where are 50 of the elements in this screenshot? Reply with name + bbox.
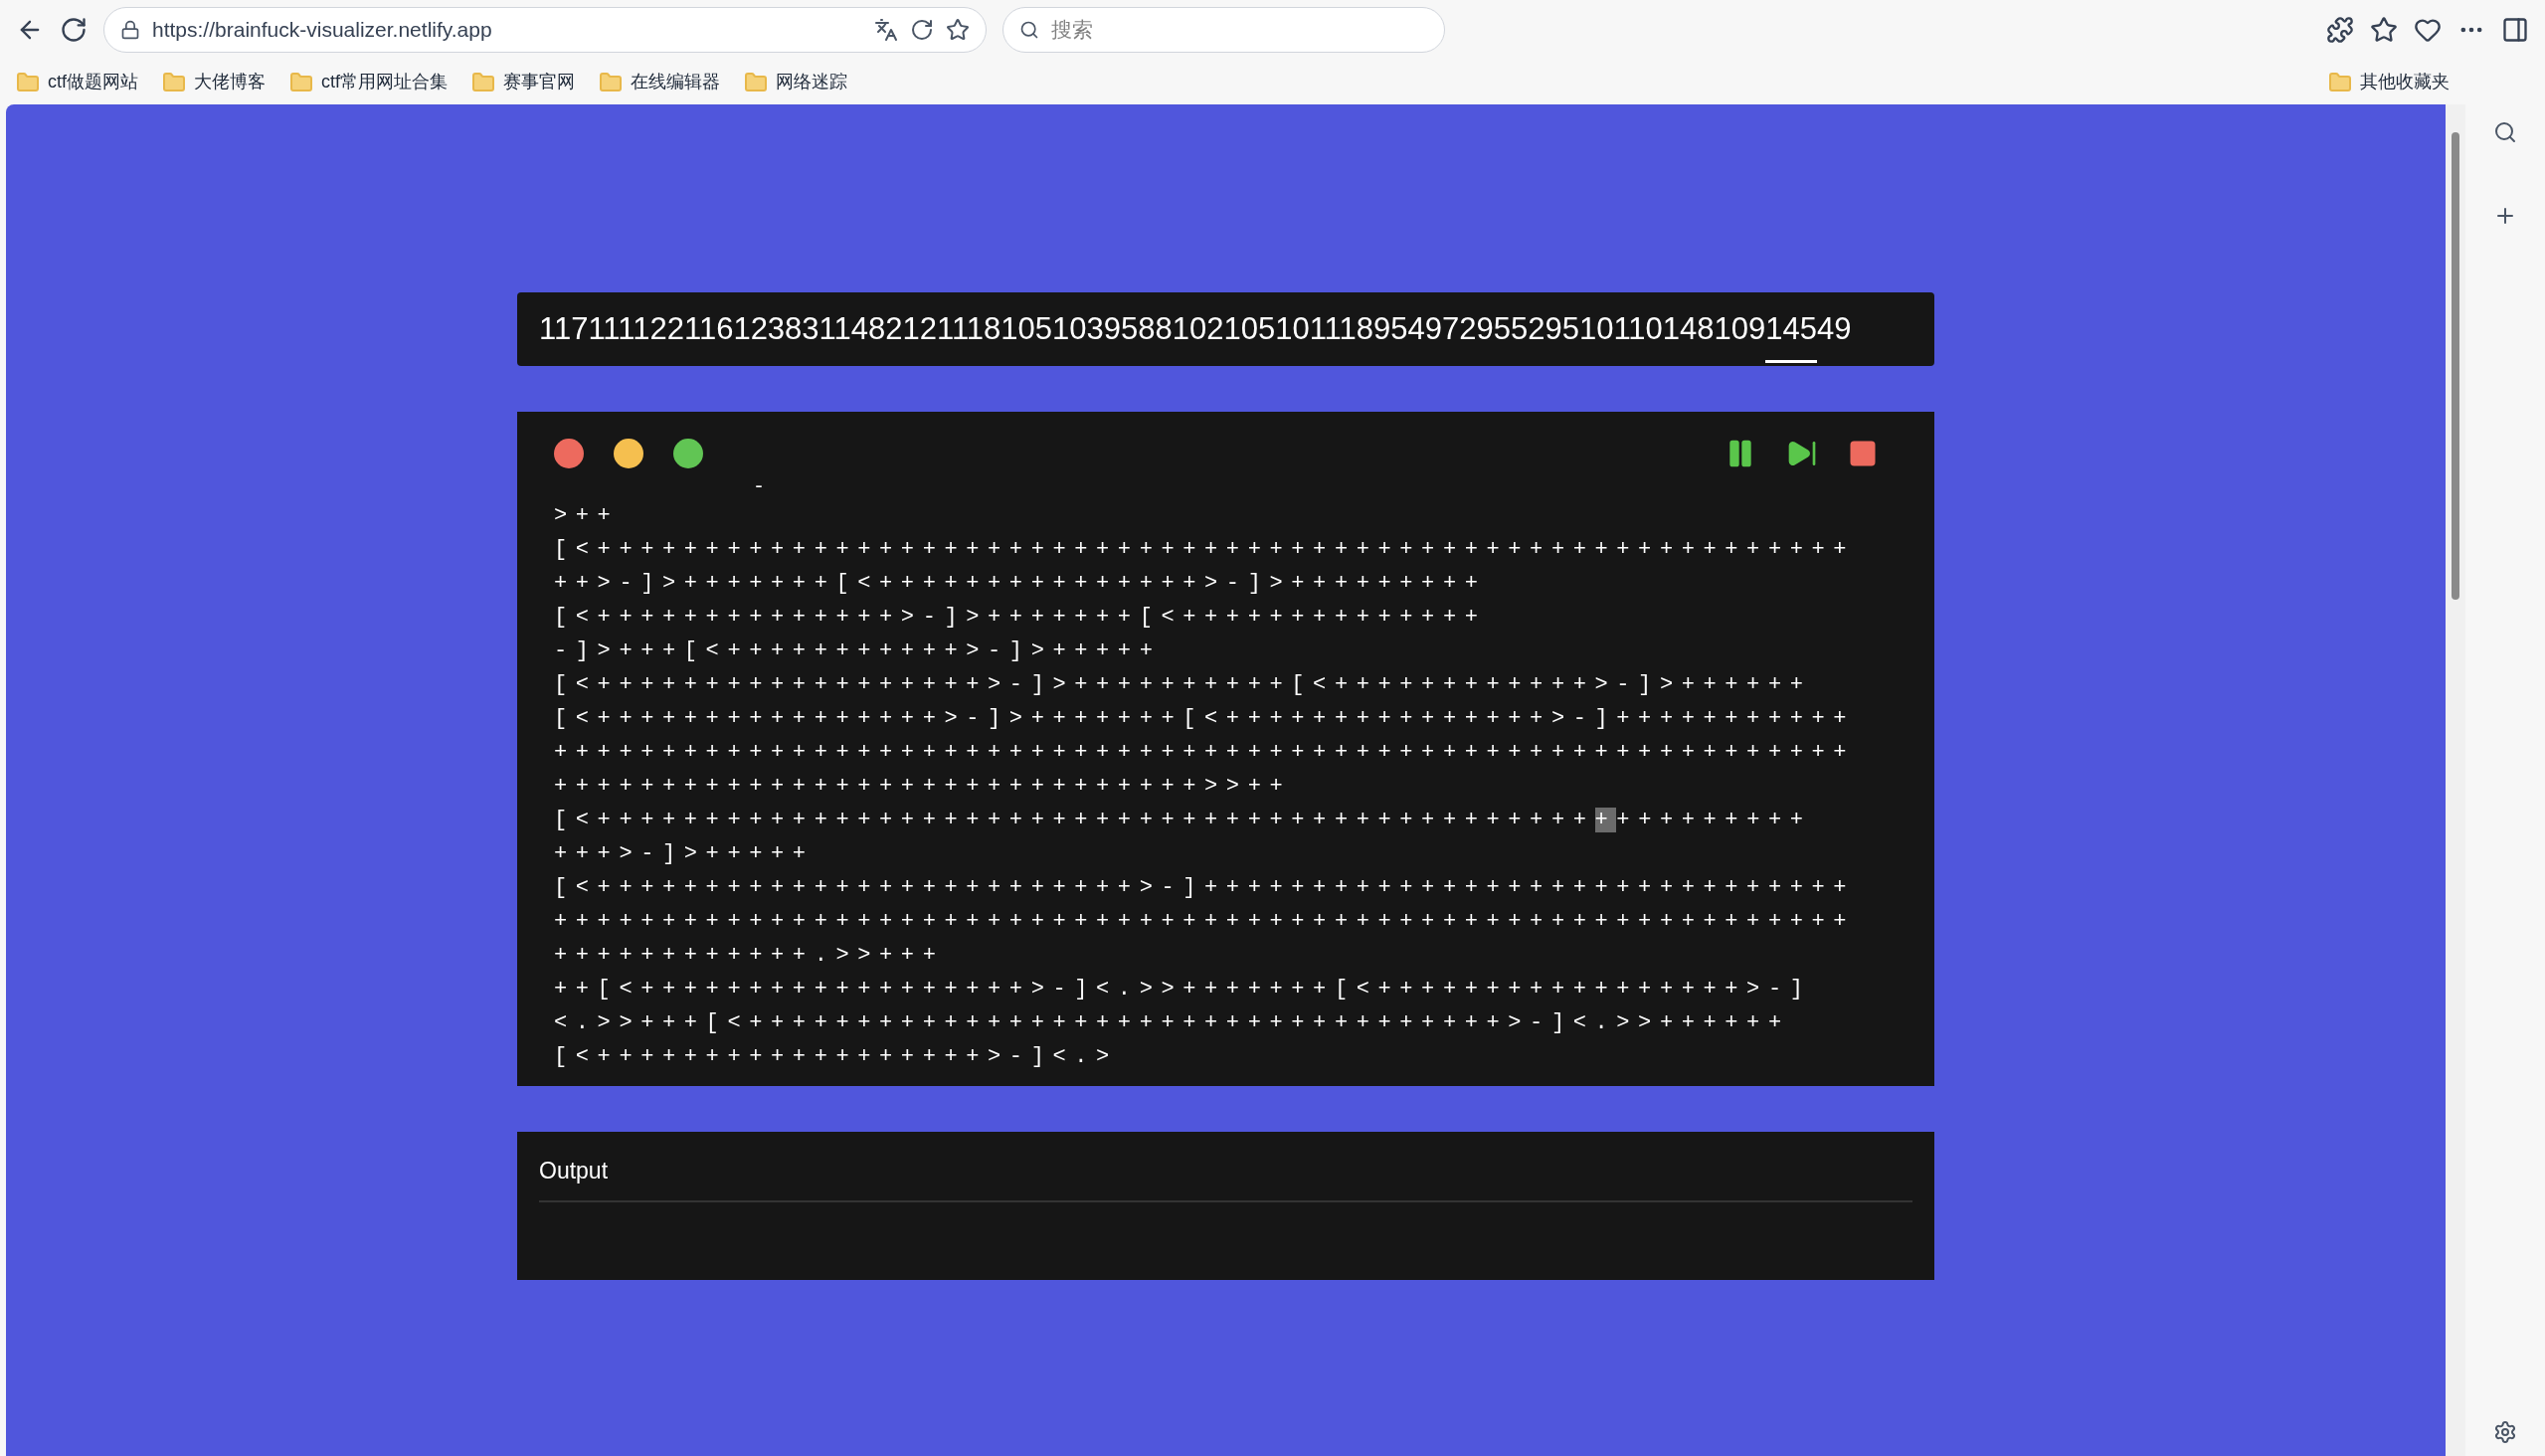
search-icon[interactable] <box>2493 120 2517 144</box>
code-text: [<++++++++++++++++++>-]>++++++++++[<++++++++++++>-]>++++++ <box>554 672 1812 697</box>
settings-icon[interactable] <box>2493 1420 2517 1444</box>
lock-icon <box>120 20 140 40</box>
code-text: <.>>+++[<+++++++++++++++++++++++++++++++++++>-]<.>>++++++ <box>554 1010 1790 1035</box>
translate-icon[interactable] <box>874 18 898 42</box>
code-text: [<+++++++++++++++++++++++++>-]++++++++++++++++++++++++++++++ <box>554 875 1856 900</box>
input-text: 49 <box>1817 309 1852 348</box>
search-icon <box>1019 20 1039 40</box>
current-instruction: + <box>1594 808 1617 832</box>
input-text: 1171111221161238311482121118105103958810210510111895497295529510110148109 <box>539 309 1766 348</box>
search-input[interactable]: 搜索 <box>1051 14 1428 46</box>
url-text: https://brainfuck-visualizer.netlify.app <box>152 17 493 44</box>
favorite-icon[interactable] <box>946 18 970 42</box>
stop-icon[interactable] <box>1848 439 1878 468</box>
code-text: ++++++++++++++++++++++++++++++++++++++++++++++++++++++++++++ <box>554 909 1856 934</box>
code-text: [<++++++++++++++++>-]>+++++++[<+++++++++++++++>-]+++++++++++ <box>554 706 1856 731</box>
code-text: +++>-]>+++++ <box>554 841 815 866</box>
scrollbar[interactable] <box>2446 104 2465 1456</box>
code-text: +++++++++ <box>1616 808 1812 832</box>
address-bar[interactable]: https://brainfuck-visualizer.netlify.app <box>103 7 987 53</box>
code-text: ++>-]>+++++++[<+++++++++++++++>-]>+++++++++ <box>554 571 1487 596</box>
bookmark-item[interactable]: ctf做题网站 <box>48 69 138 95</box>
code-text: ++[<++++++++++++++++++>-]<.>>+++++++[<+++++++++++++++++>-] <box>554 977 1812 1001</box>
extensions-icon[interactable] <box>2326 16 2354 44</box>
bookmark-item[interactable]: ctf常用网址合集 <box>321 69 449 95</box>
bookmark-item[interactable]: 大佬博客 <box>194 69 266 95</box>
bookmark-item[interactable]: 网络迷踪 <box>776 69 848 95</box>
bookmark-item[interactable]: 在线编辑器 <box>631 69 721 95</box>
pointer-mark: - <box>753 475 765 498</box>
input-text: 145 <box>1765 305 1817 364</box>
code-input-bar[interactable]: 117111122116123831148212111810510395881021051011189549729552951011014810914549 <box>517 292 1934 366</box>
bookmark-item[interactable]: 其他收藏夹 <box>2360 69 2450 95</box>
code-text: -]>+++[<+++++++++++>-]>+++++ <box>554 638 1162 663</box>
code-text: [<++++++++++++++++++++++++++++++++++++++++++++++++++++++++++ <box>554 537 1856 562</box>
health-icon[interactable] <box>2414 16 2442 44</box>
code-text: ++++++++++++++++++++++++++++++>>++ <box>554 774 1292 799</box>
refresh-icon[interactable] <box>910 18 934 42</box>
code-text: ++++++++++++.>>+++ <box>554 943 945 968</box>
favorites-icon[interactable] <box>2370 16 2398 44</box>
code-text: [<++++++++++++++++++>-]<.> <box>554 1044 1118 1069</box>
reload-icon[interactable] <box>60 16 88 44</box>
bookmark-item[interactable]: 赛事官网 <box>503 69 576 95</box>
search-field[interactable]: 搜索 <box>1002 7 1445 53</box>
code-text: ++++++++++++++++++++++++++++++++++++++++++++++++++++++++++++ <box>554 740 1856 765</box>
output-title: Output <box>539 1154 1912 1202</box>
code-text: [<++++++++++++++>-]>+++++++[<++++++++++++++ <box>554 605 1487 630</box>
code-text: [<++++++++++++++++++++++++++++++++++++++++++++++ <box>554 808 1595 832</box>
sidebar-icon[interactable] <box>2501 16 2529 44</box>
code-text: >++ <box>554 503 620 528</box>
